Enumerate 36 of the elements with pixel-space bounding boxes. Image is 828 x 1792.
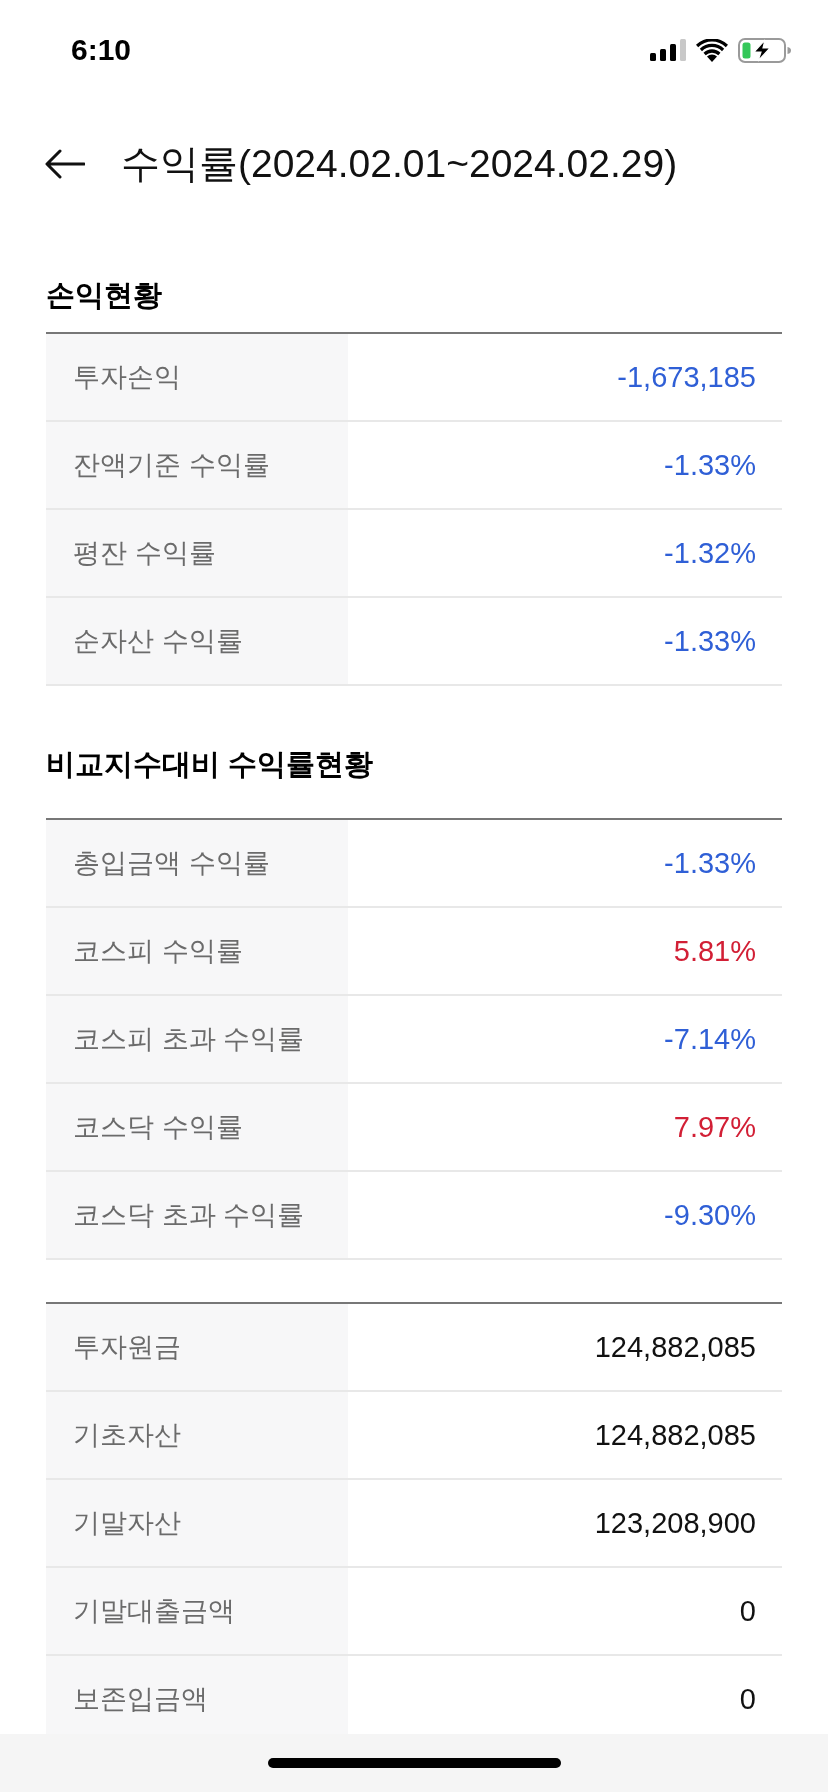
row-label: 기말자산 [46, 1480, 348, 1566]
row-value: 124,882,085 [594, 1330, 756, 1364]
row-label: 투자원금 [46, 1304, 348, 1390]
row-value: -1,673,185 [617, 360, 756, 394]
back-button[interactable] [45, 149, 85, 179]
page-title: 수익률(2024.02.01~2024.02.29) [121, 141, 678, 187]
row-value: 0 [739, 1594, 756, 1628]
row-value: -1.33% [664, 448, 756, 482]
back-arrow-icon [45, 149, 85, 179]
wifi-icon [696, 38, 728, 62]
row-label: 코스피 초과 수익률 [46, 996, 348, 1082]
row-label: 기말대출금액 [46, 1568, 348, 1654]
row-value: 0 [739, 1682, 756, 1716]
row-value: 7.97% [673, 1110, 756, 1144]
row-value: -9.30% [664, 1198, 756, 1232]
row-label: 기초자산 [46, 1392, 348, 1478]
row-value: -1.32% [664, 536, 756, 570]
row-value: -1.33% [664, 846, 756, 880]
row-label: 잔액기준 수익률 [46, 422, 348, 508]
row-label: 코스닥 초과 수익률 [46, 1172, 348, 1258]
section-title: 손익현황 [46, 278, 163, 312]
row-value: 124,882,085 [594, 1418, 756, 1452]
signal-icon [650, 39, 686, 61]
row-label: 코스닥 수익률 [46, 1084, 348, 1170]
row-label: 총입금액 수익률 [46, 820, 348, 906]
battery-charging-icon [738, 37, 791, 63]
section-title: 비교지수대비 수익률현황 [46, 747, 375, 781]
row-label: 투자손익 [46, 334, 348, 420]
row-value: -7.14% [664, 1022, 756, 1056]
row-label: 순자산 수익률 [46, 598, 348, 684]
status-time: 6:10 [71, 33, 132, 67]
row-value: 5.81% [673, 934, 756, 968]
row-label: 평잔 수익률 [46, 510, 348, 596]
row-label: 코스피 수익률 [46, 908, 348, 994]
row-value: 123,208,900 [594, 1506, 756, 1540]
row-value: -1.33% [664, 624, 756, 658]
